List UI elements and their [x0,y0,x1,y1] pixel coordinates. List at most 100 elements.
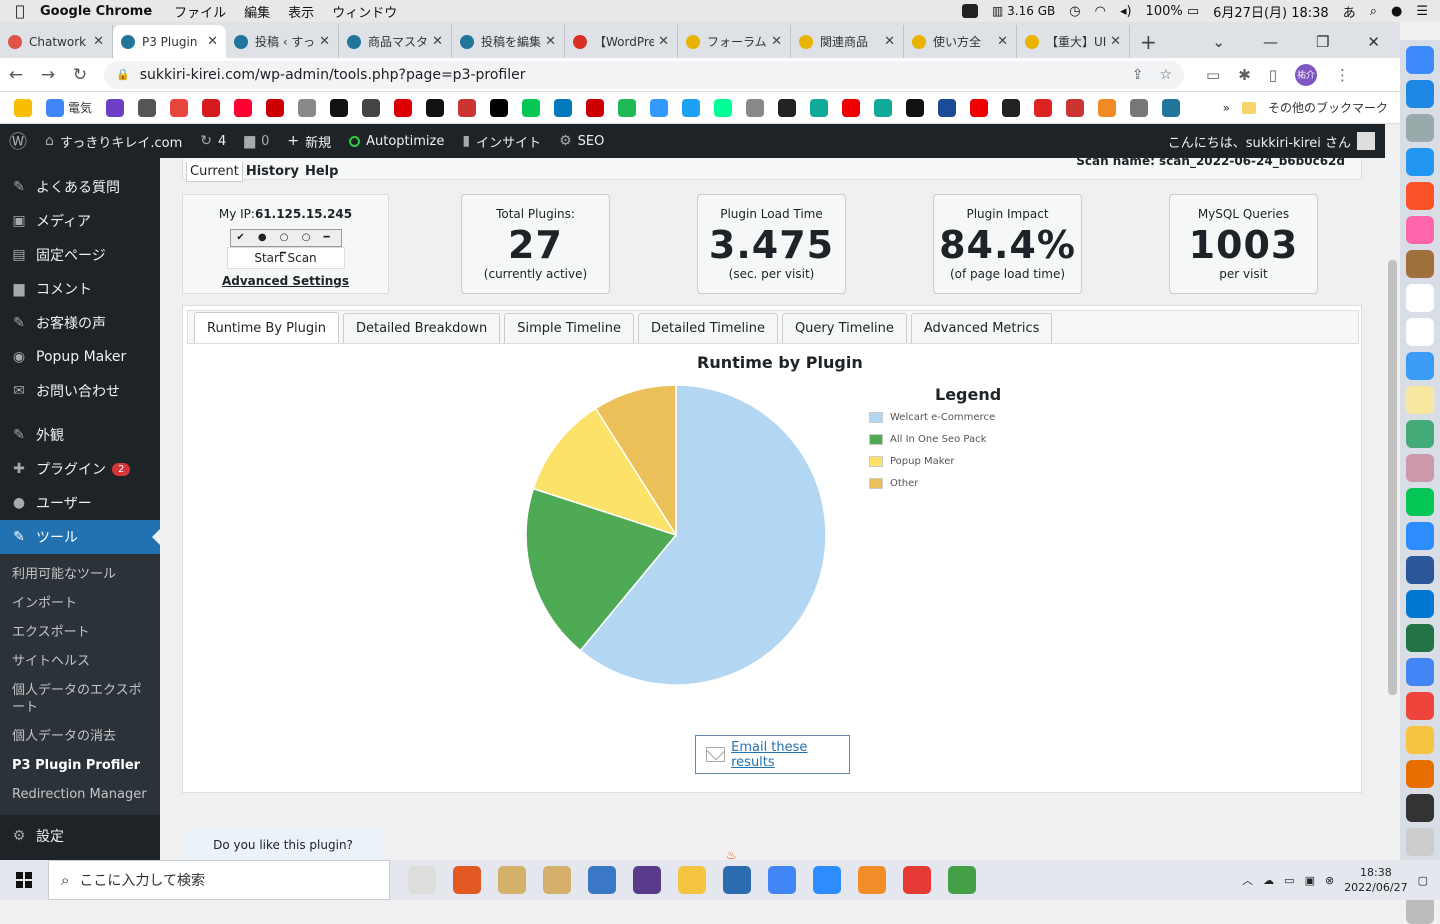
extensions-icon[interactable]: ✱ [1238,66,1251,84]
profile-avatar[interactable]: 祐介 [1295,63,1318,86]
safari-icon[interactable] [1406,148,1434,176]
bookmark-favicon-icon[interactable] [682,98,701,117]
folder-icon[interactable] [1406,726,1434,754]
other-bookmarks[interactable]: その他のブックマーク [1268,99,1388,116]
seo-link[interactable]: ⚙ SEO [550,124,613,158]
my-account[interactable]: こんにちは、sukkiri-kirei さん [1168,132,1385,151]
browser-tab[interactable]: 【重大】UI ✕ [1017,25,1130,58]
notes-brown-icon[interactable] [1406,250,1434,278]
email-results-button[interactable]: Email these results [695,735,850,774]
screenshot-icon[interactable] [1406,420,1434,448]
sidebar-item[interactable]: ● ユーザー [0,486,160,520]
sidebar-item[interactable]: ✎ ツール [0,520,160,554]
bookmark-favicon-icon[interactable] [618,98,637,117]
bookmark-favicon-icon[interactable] [330,98,349,117]
updates-link[interactable]: ↻ 4 [191,124,235,158]
sidebar-item[interactable]: ✎ 外観 [0,418,160,452]
submenu-item[interactable]: Redirection Manager [0,780,160,809]
start-scan-button[interactable]: Start Scan [226,247,345,269]
submenu-item[interactable]: インポート [0,589,160,618]
tab-close-icon[interactable]: ✕ [997,34,1008,49]
submenu-item[interactable]: サイトヘルス [0,647,160,676]
java-icon[interactable] [1406,760,1434,788]
results-tab[interactable]: Runtime By Plugin [194,312,339,343]
bookmark-favicon-icon[interactable] [1098,98,1117,117]
menu-file[interactable]: ファイル [174,2,226,21]
tab-close-icon[interactable]: ✕ [545,34,556,49]
bookmark-favicon-icon[interactable] [1162,98,1181,117]
notes-icon[interactable] [1406,284,1434,312]
trash-icon[interactable] [1406,896,1434,924]
brave-icon[interactable] [1406,182,1434,210]
cast-icon[interactable]: ▭ [1206,66,1220,84]
apple-menu-icon[interactable]:  [0,2,40,20]
tab-close-icon[interactable]: ✕ [319,34,330,49]
zoom-icon[interactable] [1406,522,1434,550]
results-tab[interactable]: Query Timeline [781,313,907,343]
browser-tab[interactable]: P3 Plugin ✕ [113,25,226,58]
forward-icon[interactable]: → [32,65,64,85]
bookmark-favicon-icon[interactable] [586,98,605,117]
bookmark-star-icon[interactable]: ☆ [1159,67,1172,83]
browser-tab[interactable]: フォーラム ✕ [678,25,791,58]
maximize-icon[interactable]: ❐ [1316,33,1329,51]
page-scrollbar[interactable] [1385,158,1400,860]
browser-tab[interactable]: 投稿を編集 ✕ [452,25,565,58]
bookmark-favicon-icon[interactable] [490,98,509,117]
bookmark-favicon-icon[interactable] [458,98,477,117]
bookmark-favicon-icon[interactable] [778,98,797,117]
tab-close-icon[interactable]: ✕ [771,34,782,49]
battery-tray-icon[interactable]: ▭ [1284,874,1294,887]
camera-status-icon[interactable] [962,4,979,18]
sidebar-item[interactable]: ▆ コメント [0,272,160,306]
omnibox[interactable]: 🔒 sukkiri-kirei.com/wp-admin/tools.php?p… [104,60,1184,89]
bookmark-favicon-icon[interactable] [554,98,573,117]
network-icon[interactable]: ▣ [1305,874,1315,887]
bookmark-favicon-icon[interactable] [970,98,989,117]
archive2-icon[interactable] [543,866,571,894]
bookmarks-chevron-icon[interactable]: » [1223,101,1230,115]
url-text[interactable]: sukkiri-kirei.com/wp-admin/tools.php?pag… [140,67,526,83]
submenu-item[interactable]: 個人データのエクスポート [0,676,160,722]
bookmark-favicon-icon[interactable] [938,98,957,117]
task-view-icon[interactable] [408,866,436,894]
control-center-icon[interactable]: ☰ [1416,4,1428,19]
tab-search-icon[interactable]: ⌄ [1212,33,1225,51]
zoom-icon[interactable] [813,866,841,894]
volume-icon[interactable]: ◂) [1120,4,1132,19]
results-tab[interactable]: Advanced Metrics [910,313,1053,343]
bookmark-favicon-icon[interactable] [170,98,189,117]
battery-status[interactable]: 100% ▭ [1146,4,1200,19]
chrome-icon[interactable] [768,866,796,894]
tab-close-icon[interactable]: ✕ [1110,34,1121,49]
menu-window[interactable]: ウィンドウ [332,2,397,21]
sidebar-item[interactable]: ▤ 固定ページ [0,238,160,272]
tab-close-icon[interactable]: ✕ [432,34,443,49]
new-tab-icon[interactable]: + [1130,25,1167,58]
time-machine-icon[interactable]: ◷ [1069,4,1080,19]
comments-link[interactable]: ▆ 0 [235,124,278,158]
windows-icon[interactable] [1406,590,1434,618]
messages-icon[interactable] [1406,352,1434,380]
sidebar-item[interactable]: ✎ お客様の声 [0,306,160,340]
bookmark-favicon-icon[interactable] [1066,98,1085,117]
siri-icon[interactable]: ● [1391,4,1402,19]
reload-icon[interactable]: ↻ [64,65,96,85]
calendar-icon[interactable] [1406,318,1434,346]
results-tab[interactable]: Simple Timeline [504,313,634,343]
bookmark-favicon-icon[interactable] [874,98,893,117]
browser-tab[interactable]: 【WordPre ✕ [565,25,678,58]
gift-icon[interactable] [1406,454,1434,482]
flower-app-icon[interactable] [903,866,931,894]
sidebar-item[interactable]: ◉ Popup Maker [0,340,160,374]
submenu-item[interactable]: P3 Plugin Profiler [0,751,160,780]
browser-tab[interactable]: 関連商品 ✕ [791,25,904,58]
sidebar-item[interactable]: ✚ プラグイン 2 [0,452,160,486]
bookmark-favicon-icon[interactable] [426,98,445,117]
tab-close-icon[interactable]: ✕ [93,34,104,49]
bookmark-favicon-icon[interactable] [906,98,925,117]
site-name-link[interactable]: ⌂ すっきりキレイ.com [36,124,191,158]
spotlight-icon[interactable]: ⌕ [1370,4,1377,19]
word-icon[interactable] [1406,556,1434,584]
advanced-settings-link[interactable]: Advanced Settings [183,274,388,288]
